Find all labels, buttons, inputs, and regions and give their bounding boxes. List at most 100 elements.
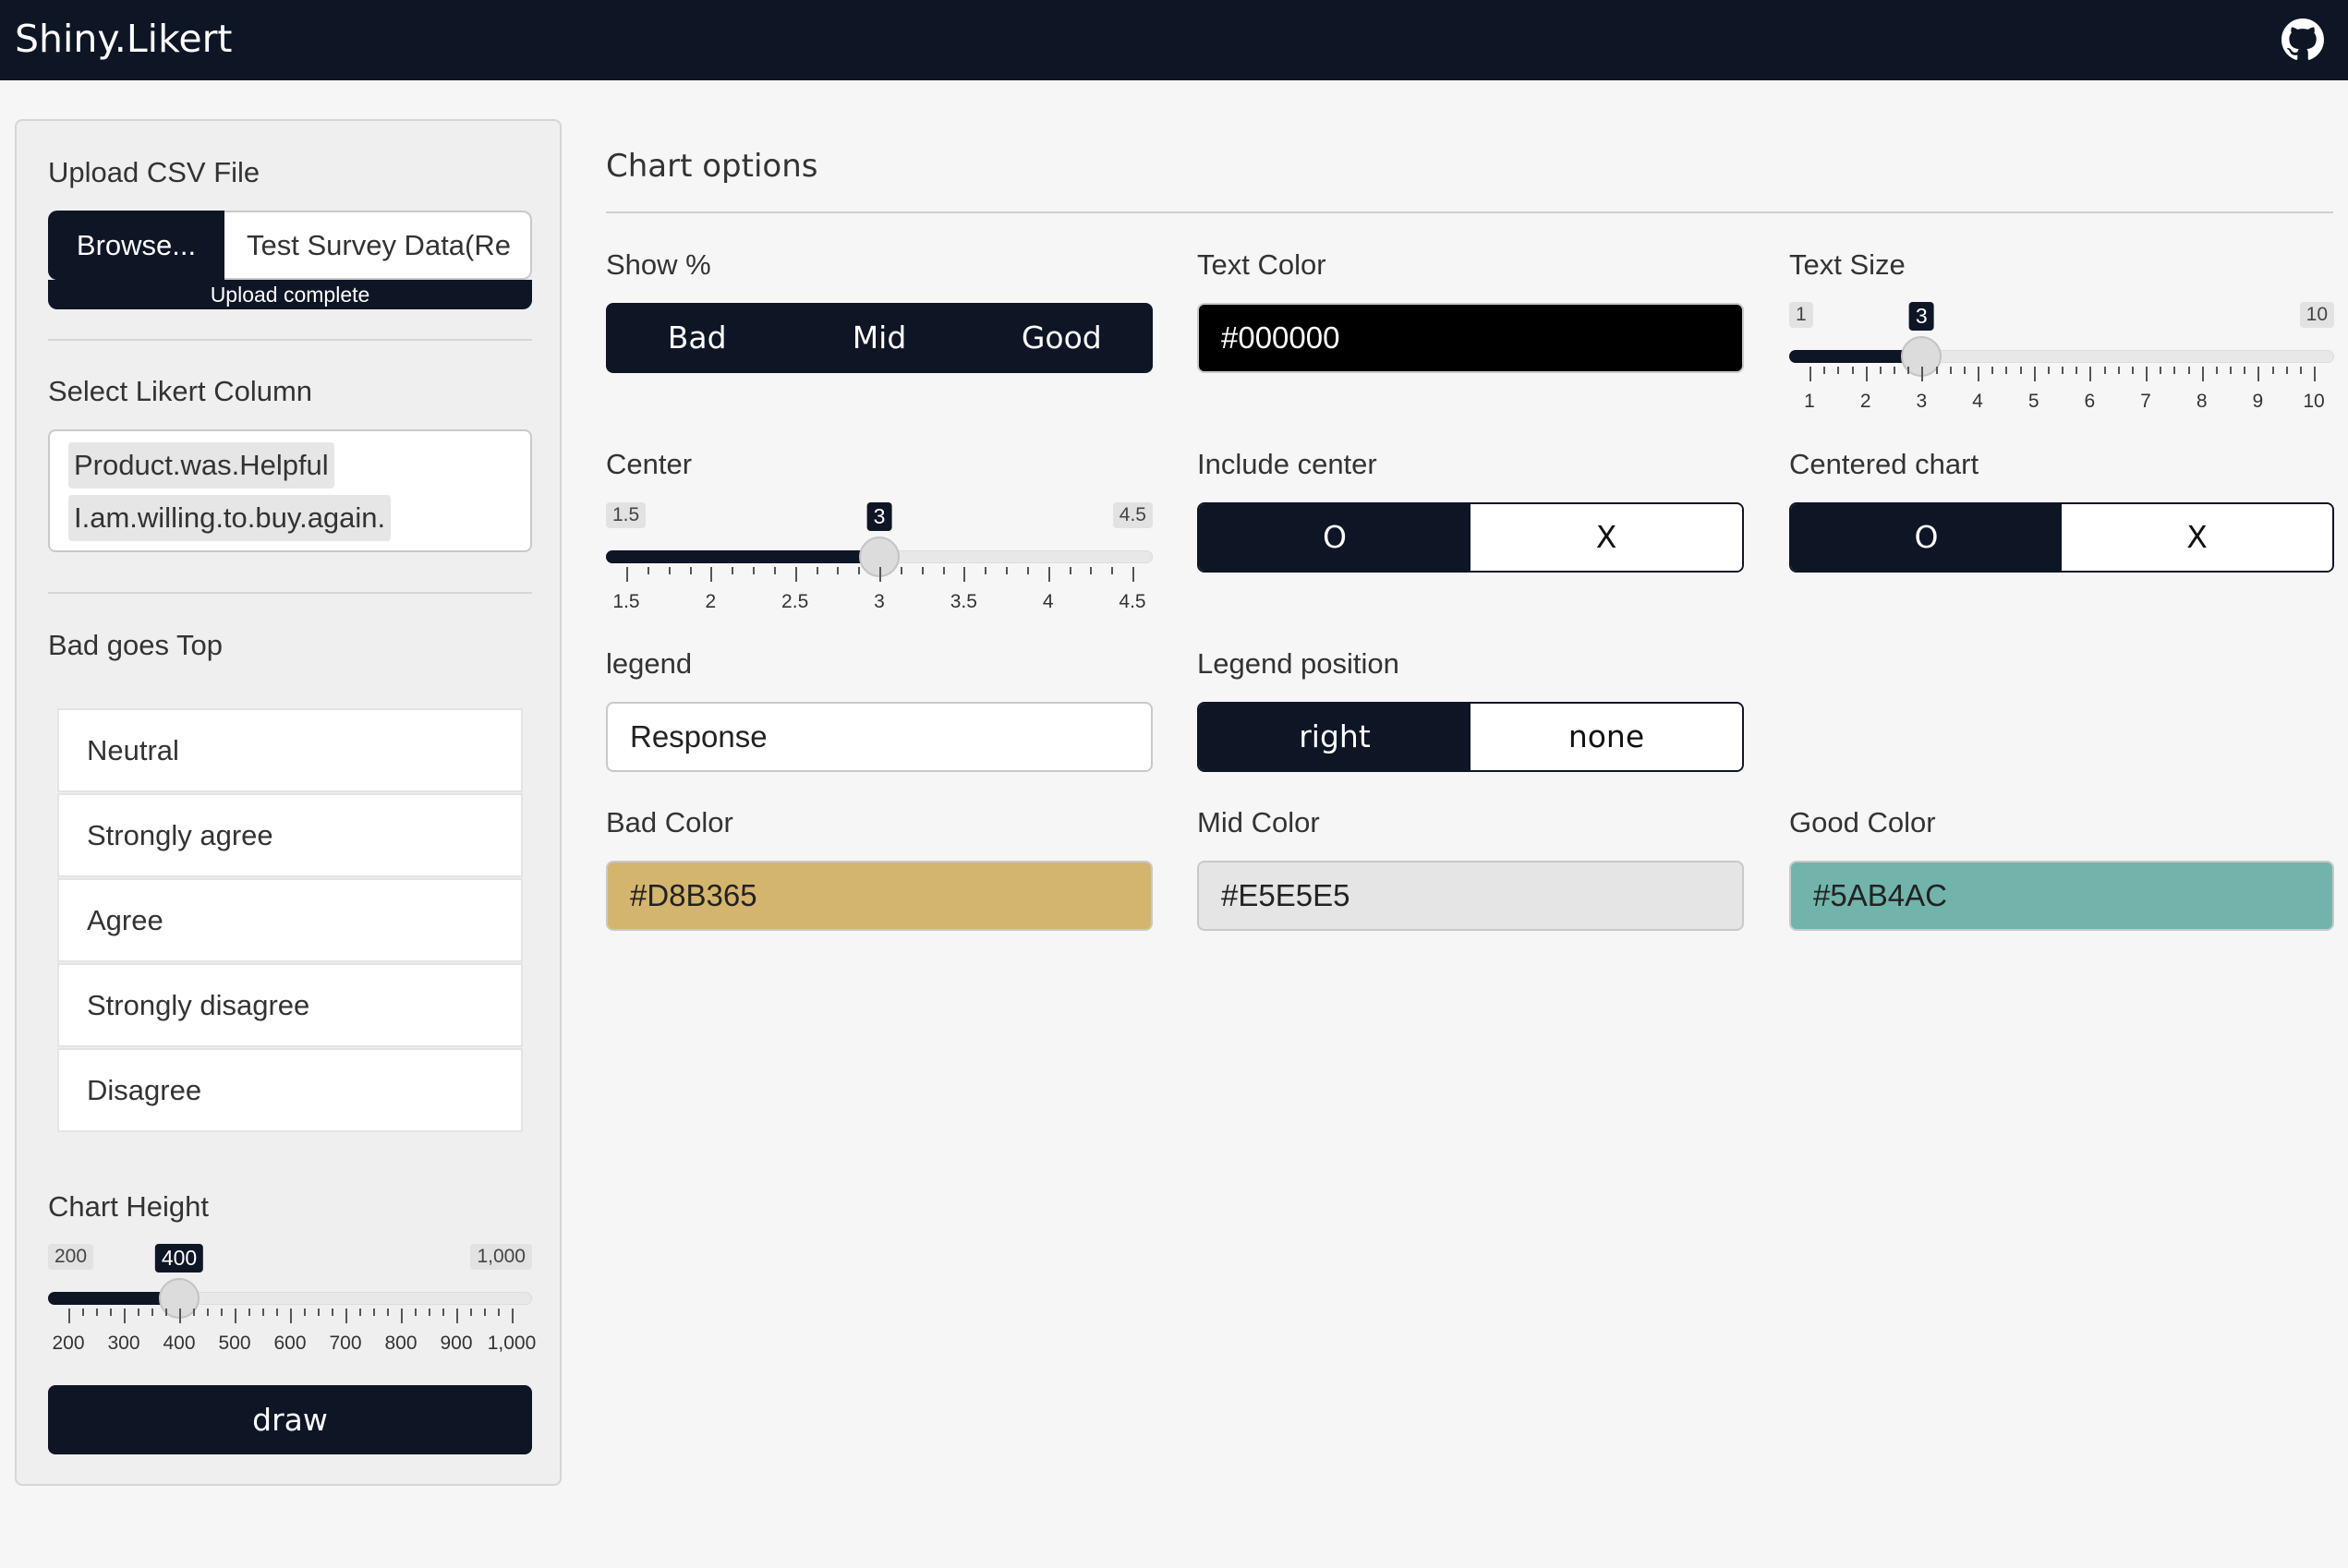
minor-tick bbox=[2019, 367, 2022, 374]
selected-option[interactable]: I.am.willing.to.buy.again. bbox=[68, 495, 392, 541]
major-tick bbox=[345, 1309, 347, 1323]
major-tick bbox=[2257, 367, 2260, 381]
center-slider[interactable]: 1.5 4.5 3 1.5 2 2.5 3 3.5 4 4.5 bbox=[606, 502, 1153, 612]
mid-color-label: Mid Color bbox=[1197, 806, 1320, 838]
minor-tick bbox=[1949, 367, 1952, 374]
show-pct-label: Show % bbox=[606, 248, 711, 281]
minor-tick bbox=[470, 1309, 472, 1316]
minor-tick bbox=[732, 567, 734, 574]
slider-ticks: 200 300 400 500 600 700 800 900 1,000 bbox=[48, 1309, 536, 1355]
minor-tick bbox=[2230, 367, 2232, 374]
centered-chart-toggle[interactable]: O X bbox=[1789, 502, 2334, 573]
slider-min-label: 200 bbox=[48, 1244, 94, 1270]
major-tick bbox=[1978, 367, 1979, 381]
tick-label: 2.5 bbox=[781, 591, 809, 612]
tick-label: 4 bbox=[1042, 591, 1054, 612]
file-name-field[interactable]: Test Survey Data(Re bbox=[224, 211, 532, 280]
chart-options-title: Chart options bbox=[606, 148, 818, 185]
text-color-label: Text Color bbox=[1197, 248, 1326, 281]
bad-goes-top-label: Bad goes Top bbox=[48, 629, 224, 661]
divider bbox=[48, 592, 532, 594]
slider-max-label: 4.5 bbox=[1112, 502, 1153, 528]
show-pct-bad[interactable]: Bad bbox=[606, 303, 788, 373]
minor-tick bbox=[2117, 367, 2120, 374]
upload-progress-bar: Upload complete bbox=[48, 280, 532, 309]
minor-tick bbox=[2047, 367, 2050, 374]
legend-position-none[interactable]: none bbox=[1471, 704, 1742, 770]
minor-tick bbox=[332, 1309, 333, 1316]
good-color-input[interactable]: #5AB4AC bbox=[1789, 861, 2334, 931]
minor-tick bbox=[387, 1309, 389, 1316]
minor-tick bbox=[276, 1309, 278, 1316]
major-tick bbox=[2146, 367, 2148, 381]
minor-tick bbox=[647, 567, 649, 574]
likert-column-select[interactable]: Product.was.Helpful I.am.willing.to.buy.… bbox=[48, 429, 532, 552]
slider-value-label: 3 bbox=[866, 502, 892, 531]
navbar: Shiny.Likert bbox=[0, 0, 2348, 80]
tick-label: 2 bbox=[1859, 391, 1871, 412]
github-icon[interactable] bbox=[2281, 18, 2324, 61]
show-pct-mid[interactable]: Mid bbox=[788, 303, 970, 373]
rank-list-item[interactable]: Neutral bbox=[57, 708, 523, 792]
minor-tick bbox=[1006, 567, 1008, 574]
minor-tick bbox=[1894, 367, 1895, 374]
minor-tick bbox=[1069, 567, 1071, 574]
legend-position-right[interactable]: right bbox=[1199, 704, 1471, 770]
slider-value-label: 3 bbox=[1908, 302, 1934, 331]
minor-tick bbox=[2103, 367, 2106, 374]
selected-option[interactable]: Product.was.Helpful bbox=[68, 442, 334, 488]
minor-tick bbox=[359, 1309, 361, 1316]
bad-color-label: Bad Color bbox=[606, 806, 733, 838]
minor-tick bbox=[442, 1309, 444, 1316]
centered-chart-on[interactable]: O bbox=[1791, 504, 2062, 571]
tick-label: 3 bbox=[1916, 391, 1928, 412]
tick-label: 300 bbox=[107, 1333, 140, 1354]
major-tick bbox=[2033, 367, 2036, 381]
tick-label: 600 bbox=[273, 1333, 307, 1354]
include-center-on[interactable]: O bbox=[1199, 504, 1471, 571]
rank-list-item[interactable]: Strongly agree bbox=[57, 793, 523, 877]
app-title[interactable]: Shiny.Likert bbox=[15, 17, 233, 61]
rank-list-item[interactable]: Strongly disagree bbox=[57, 963, 523, 1047]
minor-tick bbox=[373, 1309, 375, 1316]
minor-tick bbox=[151, 1309, 153, 1316]
tick-label: 9 bbox=[2252, 391, 2264, 412]
tick-label: 200 bbox=[52, 1333, 85, 1354]
text-color-input[interactable]: #000000 bbox=[1197, 303, 1744, 373]
include-center-off[interactable]: X bbox=[1471, 504, 1742, 571]
mid-color-input[interactable]: #E5E5E5 bbox=[1197, 861, 1744, 931]
draw-button[interactable]: draw bbox=[48, 1385, 532, 1454]
centered-chart-label: Centered chart bbox=[1789, 448, 1979, 480]
major-tick bbox=[290, 1309, 292, 1323]
major-tick bbox=[1865, 367, 1868, 381]
chart-height-slider[interactable]: 200 1,000 400 200 300 400 500 600 700 800 900 1,000 bbox=[48, 1244, 536, 1354]
text-size-slider[interactable]: 1 10 3 1 2 3 4 5 6 7 8 9 10 bbox=[1789, 302, 2334, 412]
include-center-label: Include center bbox=[1197, 448, 1377, 480]
centered-chart-off[interactable]: X bbox=[2062, 504, 2332, 571]
tick-label: 2 bbox=[705, 591, 717, 612]
legend-input[interactable]: Response bbox=[606, 702, 1153, 772]
slider-ticks: 1.5 2 2.5 3 3.5 4 4.5 bbox=[606, 567, 1153, 613]
bad-color-input[interactable]: #D8B365 bbox=[606, 861, 1153, 931]
rank-list-item[interactable]: Disagree bbox=[57, 1048, 523, 1132]
minor-tick bbox=[2244, 367, 2246, 374]
rank-list-item[interactable]: Agree bbox=[57, 878, 523, 962]
minor-tick bbox=[1090, 567, 1093, 574]
minor-tick bbox=[1935, 367, 1938, 374]
minor-tick bbox=[1111, 567, 1114, 574]
major-tick bbox=[235, 1309, 236, 1323]
minor-tick bbox=[484, 1309, 486, 1316]
minor-tick bbox=[2005, 367, 2008, 374]
minor-tick bbox=[921, 567, 924, 574]
browse-button[interactable]: Browse... bbox=[48, 211, 224, 280]
show-pct-good[interactable]: Good bbox=[971, 303, 1153, 373]
show-pct-selector[interactable]: Bad Mid Good bbox=[606, 303, 1153, 373]
legend-position-toggle[interactable]: right none bbox=[1197, 702, 1744, 772]
major-tick bbox=[1809, 367, 1811, 381]
include-center-toggle[interactable]: O X bbox=[1197, 502, 1744, 573]
major-tick bbox=[1047, 567, 1050, 582]
major-tick bbox=[963, 567, 966, 582]
minor-tick bbox=[1837, 367, 1840, 374]
major-tick bbox=[794, 567, 797, 582]
tick-label: 5 bbox=[2027, 391, 2039, 412]
